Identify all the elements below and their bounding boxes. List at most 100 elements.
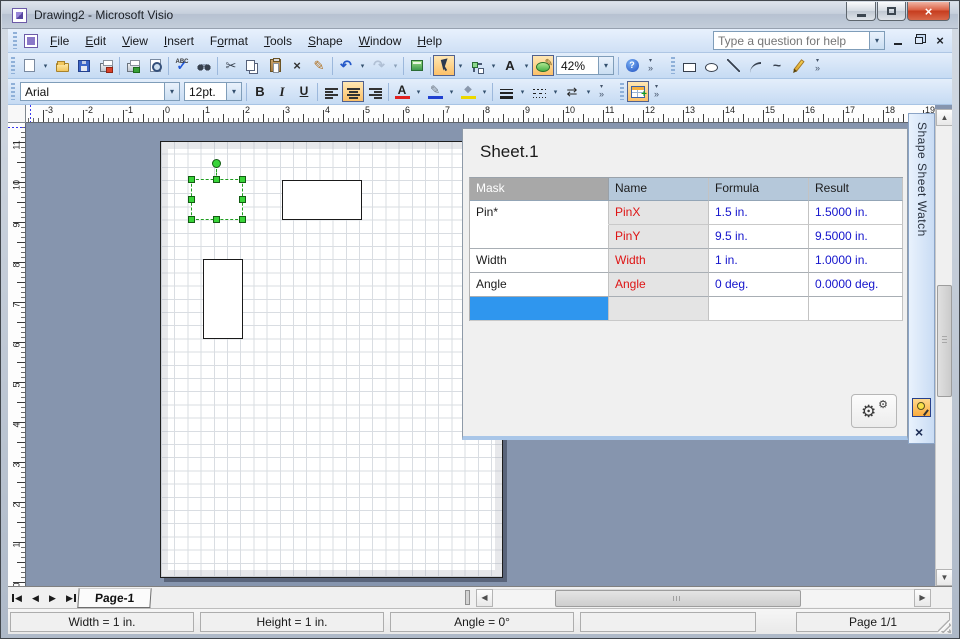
shapesheet-watch-button[interactable] bbox=[627, 81, 649, 102]
cell-name[interactable]: PinY bbox=[609, 225, 709, 249]
first-page-button[interactable]: ◀ bbox=[10, 589, 27, 607]
cell-name[interactable] bbox=[609, 297, 709, 321]
dropdown-arrow-icon[interactable]: ▾ bbox=[164, 83, 179, 100]
document-icon[interactable] bbox=[24, 33, 38, 48]
fill-color-button[interactable]: ◆ bbox=[457, 81, 479, 102]
cell-result[interactable]: 1.5000 in. bbox=[809, 201, 903, 225]
tab-scrollbar-splitter[interactable] bbox=[465, 590, 470, 605]
text-tool-button-dropdown[interactable]: ▾ bbox=[521, 55, 532, 76]
scroll-right-icon[interactable]: ▶ bbox=[914, 589, 931, 607]
titlebar[interactable]: Drawing2 - Microsoft Visio × bbox=[2, 2, 958, 29]
question-box[interactable]: ▾ bbox=[713, 31, 885, 50]
pencil-tool-button[interactable] bbox=[788, 55, 810, 76]
line-color-button[interactable]: ✎ bbox=[424, 81, 446, 102]
line-weight-button-dropdown[interactable]: ▾ bbox=[517, 81, 528, 102]
connector-tool-button[interactable] bbox=[466, 55, 488, 76]
close-button[interactable]: × bbox=[907, 2, 950, 21]
doc-close-button[interactable]: × bbox=[932, 33, 948, 49]
save-button[interactable] bbox=[73, 55, 95, 76]
cell-mask[interactable]: Pin* bbox=[470, 201, 609, 225]
align-right-button[interactable] bbox=[364, 81, 386, 102]
cell-formula[interactable]: 1 in. bbox=[709, 249, 809, 273]
cell-mask[interactable] bbox=[470, 225, 609, 249]
cell-formula[interactable]: 0 deg. bbox=[709, 273, 809, 297]
redo-button[interactable]: ↷ bbox=[368, 55, 390, 76]
zoom-combo[interactable]: 42% ▾ bbox=[556, 56, 614, 75]
menu-tools[interactable]: Tools bbox=[256, 31, 300, 51]
delete-button[interactable]: × bbox=[286, 55, 308, 76]
underline-button[interactable]: U bbox=[293, 81, 315, 102]
spelling-button[interactable]: ✓ bbox=[171, 55, 193, 76]
font-color-button[interactable]: A bbox=[391, 81, 413, 102]
previous-page-button[interactable]: ◀ bbox=[27, 589, 44, 607]
undo-button[interactable]: ↶ bbox=[335, 55, 357, 76]
new-document-button-dropdown[interactable]: ▾ bbox=[40, 55, 51, 76]
cell-mask[interactable]: Width bbox=[470, 249, 609, 273]
italic-button[interactable]: I bbox=[271, 81, 293, 102]
rectangle-tool-button[interactable] bbox=[678, 55, 700, 76]
line-tool-button[interactable] bbox=[722, 55, 744, 76]
maximize-button[interactable] bbox=[877, 2, 906, 21]
autohide-pin-button[interactable] bbox=[912, 398, 931, 417]
menu-shape[interactable]: Shape bbox=[300, 31, 351, 51]
copy-button[interactable] bbox=[242, 55, 264, 76]
menu-edit[interactable]: Edit bbox=[77, 31, 114, 51]
mail-button[interactable] bbox=[95, 55, 117, 76]
question-dropdown-icon[interactable]: ▾ bbox=[869, 32, 884, 49]
question-input[interactable] bbox=[714, 33, 869, 48]
text-tool-button[interactable]: A bbox=[499, 55, 521, 76]
rotation-handle[interactable] bbox=[212, 159, 221, 168]
cell-result[interactable]: 1.0000 in. bbox=[809, 249, 903, 273]
drawing-page[interactable] bbox=[160, 141, 503, 578]
shapesheet-watch-side-tab[interactable]: Shape Sheet Watch × bbox=[908, 113, 935, 444]
redo-button-dropdown[interactable]: ▾ bbox=[390, 55, 401, 76]
line-color-button-dropdown[interactable]: ▾ bbox=[446, 81, 457, 102]
menu-window[interactable]: Window bbox=[351, 31, 410, 51]
cell-mask[interactable]: Angle bbox=[470, 273, 609, 297]
cell-name[interactable]: Angle bbox=[609, 273, 709, 297]
menu-file[interactable]: File bbox=[42, 31, 77, 51]
research-button[interactable] bbox=[193, 55, 215, 76]
dropdown-arrow-icon[interactable]: ▾ bbox=[226, 83, 241, 100]
cell-result[interactable] bbox=[809, 297, 903, 321]
standard-toolbar-options-button[interactable]: ▾» bbox=[644, 55, 657, 76]
menu-insert[interactable]: Insert bbox=[156, 31, 202, 51]
selection-handle-nw[interactable] bbox=[188, 176, 195, 183]
line-weight-button[interactable] bbox=[495, 81, 517, 102]
ellipse-tool-button[interactable] bbox=[700, 55, 722, 76]
font-combo[interactable]: Arial ▾ bbox=[20, 82, 180, 101]
watch-toolbar-options-button[interactable]: ▾» bbox=[650, 81, 663, 102]
cell-name[interactable]: Width bbox=[609, 249, 709, 273]
menu-view[interactable]: View bbox=[114, 31, 156, 51]
selection-handle-e[interactable] bbox=[239, 196, 246, 203]
formatting-toolbar-options-button[interactable]: ▾» bbox=[595, 81, 608, 102]
cell-result[interactable]: 0.0000 deg. bbox=[809, 273, 903, 297]
font-size-combo[interactable]: 12pt. ▾ bbox=[184, 82, 242, 101]
pointer-tool-button[interactable] bbox=[433, 55, 455, 76]
horizontal-ruler[interactable]: -3 -2 -1 0 1 2 3 4 5 6 7 8 9 10 11 12 13 14 15 16 17 18 19 bbox=[26, 105, 935, 123]
cell-formula[interactable]: 9.5 in. bbox=[709, 225, 809, 249]
pointer-tool-button-dropdown[interactable]: ▾ bbox=[455, 55, 466, 76]
rectangle-shape[interactable] bbox=[282, 180, 362, 220]
selection-handle-w[interactable] bbox=[188, 196, 195, 203]
format-painter-button[interactable]: ✎ bbox=[308, 55, 330, 76]
cell-result[interactable]: 9.5000 in. bbox=[809, 225, 903, 249]
freeform-tool-button[interactable]: ~ bbox=[766, 55, 788, 76]
panel-close-button[interactable]: × bbox=[915, 425, 923, 439]
toolbar-grip[interactable] bbox=[11, 83, 15, 100]
cell-mask[interactable] bbox=[470, 297, 609, 321]
font-color-button-dropdown[interactable]: ▾ bbox=[413, 81, 424, 102]
toolbar-grip[interactable] bbox=[11, 57, 15, 74]
watch-options-button[interactable]: ⚙ ⚙ bbox=[851, 394, 897, 428]
align-center-button[interactable] bbox=[342, 81, 364, 102]
drawing-toolbar-options-button[interactable]: ▾» bbox=[811, 55, 824, 76]
line-ends-button[interactable]: ⇄ bbox=[561, 81, 583, 102]
selection-handle-ne[interactable] bbox=[239, 176, 246, 183]
horizontal-scrollbar-thumb[interactable] bbox=[555, 590, 801, 607]
doc-restore-button[interactable] bbox=[911, 33, 927, 49]
cell-formula[interactable]: 1.5 in. bbox=[709, 201, 809, 225]
line-ends-button-dropdown[interactable]: ▾ bbox=[583, 81, 594, 102]
selection-handle-n[interactable] bbox=[213, 176, 220, 183]
menu-help[interactable]: Help bbox=[409, 31, 450, 51]
new-document-button[interactable] bbox=[18, 55, 40, 76]
